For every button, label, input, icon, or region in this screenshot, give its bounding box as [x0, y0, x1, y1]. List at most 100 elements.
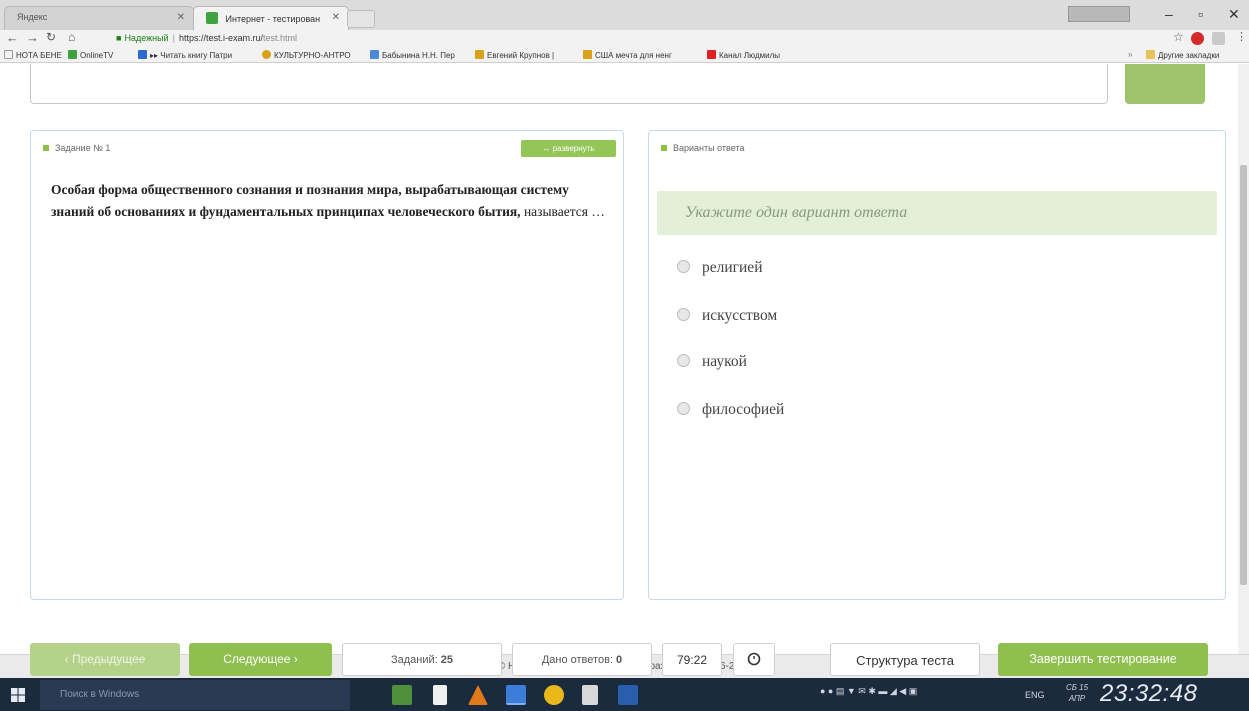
answers-label: Варианты ответа	[661, 143, 744, 153]
tv-icon	[68, 50, 77, 59]
address-bar-row: ← → ↻ ⌂ ■ Надежный | https://test.i-exam.ru…	[0, 30, 1249, 47]
question-text: Особая форма общественного сознания и по…	[51, 179, 611, 223]
bookmark-item[interactable]: США мечта для ненг	[583, 50, 672, 60]
expand-button[interactable]: ↔ развернуть	[521, 140, 616, 157]
answered-label: Дано ответов:	[541, 654, 613, 666]
reload-icon[interactable]: ↻	[46, 30, 56, 44]
previous-button[interactable]: ‹ Предыдущее	[30, 643, 180, 676]
document-app-icon[interactable]	[433, 685, 447, 705]
minimize-icon[interactable]: –	[1165, 6, 1173, 22]
bullet-square-icon	[43, 145, 49, 151]
taskbar-clock[interactable]: 23:32:48	[1100, 680, 1197, 708]
windows-start-icon[interactable]	[10, 687, 26, 703]
bookmark-item[interactable]: Канал Людмилы	[707, 50, 780, 60]
tasks-label: Заданий:	[390, 654, 438, 666]
url-domain: https://test.i-exam.ru/	[178, 33, 263, 43]
next-button[interactable]: Следующее ›	[189, 643, 332, 676]
question-panel: Задание № 1 ↔ развернуть Особая форма об…	[30, 130, 624, 600]
question-text-tail: называется …	[520, 204, 605, 219]
answer-option[interactable]: философией	[677, 399, 784, 421]
radio-button[interactable]	[677, 308, 690, 321]
radio-button[interactable]	[677, 402, 690, 415]
answer-option[interactable]: религией	[677, 257, 763, 279]
page-icon	[4, 50, 13, 59]
favicon-icon	[206, 12, 218, 24]
bookmark-item[interactable]: ▸▸ Читать книгу Патри	[138, 50, 232, 60]
lock-icon: ■	[116, 33, 122, 43]
bookmarks-overflow-icon[interactable]: »	[1128, 50, 1132, 59]
bookmark-star-icon[interactable]: ☆	[1173, 30, 1184, 44]
radio-button[interactable]	[677, 260, 690, 273]
youtube-icon	[707, 50, 716, 59]
word-icon[interactable]	[618, 685, 638, 705]
window-close-icon[interactable]: ✕	[1228, 6, 1240, 23]
url-input[interactable]: ■ Надежный | https://test.i-exam.ru/test.ht…	[116, 31, 1136, 46]
book-icon	[138, 50, 147, 59]
close-icon[interactable]: ✕	[177, 12, 185, 23]
star-icon	[262, 50, 271, 59]
bookmark-item[interactable]: КУЛЬТУРНО-АНТРО	[262, 50, 351, 60]
back-arrow-icon[interactable]: ←	[6, 30, 19, 45]
answered-value: 0	[616, 654, 623, 666]
other-bookmarks[interactable]: Другие закладки	[1146, 50, 1219, 60]
tab-yandex[interactable]: Яндекс ✕	[4, 6, 194, 30]
folder-icon	[475, 50, 484, 59]
clock-button[interactable]	[733, 643, 775, 676]
adblock-icon[interactable]	[1191, 32, 1204, 45]
system-tray-icons[interactable]: ● ● ▤ ▼ ✉ ✱ ▬ ◢ ◀ ▣	[820, 686, 917, 697]
option-label: наукой	[702, 353, 747, 370]
question-label: Задание № 1	[43, 143, 110, 153]
option-label: религией	[702, 259, 763, 276]
maximize-icon[interactable]: ▫	[1198, 6, 1203, 22]
new-tab-button[interactable]	[347, 10, 375, 28]
answer-option[interactable]: искусством	[677, 305, 777, 327]
secure-label: Надежный	[124, 33, 169, 43]
bird-icon	[370, 50, 379, 59]
scrollbar-thumb[interactable]	[1240, 165, 1247, 585]
finish-test-button[interactable]: Завершить тестирование	[998, 643, 1208, 676]
extension-icon[interactable]	[1212, 32, 1225, 45]
bookmark-item[interactable]: Бабынина Н.Н. Пер	[370, 50, 455, 60]
bullet-square-icon	[661, 145, 667, 151]
answer-option[interactable]: наукой	[677, 351, 747, 373]
test-structure-button[interactable]: Структура теста	[830, 643, 980, 676]
date-day: СБ 15	[1065, 683, 1089, 692]
calculator-icon[interactable]	[582, 685, 598, 705]
answered-counter: Дано ответов: 0	[512, 643, 652, 676]
menu-icon[interactable]: ⋮	[1236, 30, 1247, 43]
top-field-edge	[30, 64, 1108, 104]
profile-badge[interactable]	[1068, 6, 1130, 22]
tasks-value: 25	[440, 654, 454, 666]
close-icon[interactable]: ✕	[332, 12, 340, 23]
option-label: философией	[702, 401, 785, 418]
browser-tab-bar: Яндекс ✕ Интернет - тестирован ✕ – ▫ ✕	[0, 0, 1249, 30]
windows-search-box[interactable]: Поиск в Windows	[40, 680, 350, 710]
bookmark-item[interactable]: OnlineTV	[68, 50, 113, 60]
answers-panel: Варианты ответа Укажите один вариант отв…	[648, 130, 1226, 600]
forward-arrow-icon[interactable]: →	[26, 30, 39, 45]
question-text-main: Особая форма общественного сознания и по…	[51, 182, 569, 219]
answer-instruction: Укажите один вариант ответа	[657, 191, 1217, 235]
url-path: test.html	[262, 33, 297, 43]
folder-icon	[1146, 50, 1155, 59]
radio-button[interactable]	[677, 354, 690, 367]
bookmarks-bar: НОТА БЕНЕ OnlineTV ▸▸ Читать книгу Патри…	[0, 47, 1249, 63]
tab-label: Интернет - тестирован	[225, 14, 321, 24]
chrome-icon[interactable]	[506, 685, 526, 705]
language-indicator[interactable]: ENG	[1025, 690, 1045, 700]
folder-icon	[583, 50, 592, 59]
clock-icon	[747, 652, 761, 666]
tasks-counter: Заданий: 25	[342, 643, 502, 676]
home-icon[interactable]: ⌂	[68, 30, 75, 44]
top-button-edge[interactable]	[1125, 64, 1205, 104]
tab-label: Яндекс	[17, 12, 48, 22]
taskbar-date: СБ 15 АПР	[1062, 682, 1092, 704]
app-icon[interactable]	[544, 685, 564, 705]
bookmark-item[interactable]: НОТА БЕНЕ	[4, 50, 62, 60]
timer-display: 79:22	[662, 643, 722, 676]
date-month: АПР	[1068, 694, 1086, 703]
bookmark-item[interactable]: Евгений Крупнов |	[475, 50, 554, 60]
option-label: искусством	[702, 307, 778, 324]
tab-internet-testing[interactable]: Интернет - тестирован ✕	[193, 6, 349, 30]
calendar-app-icon[interactable]	[392, 685, 412, 705]
